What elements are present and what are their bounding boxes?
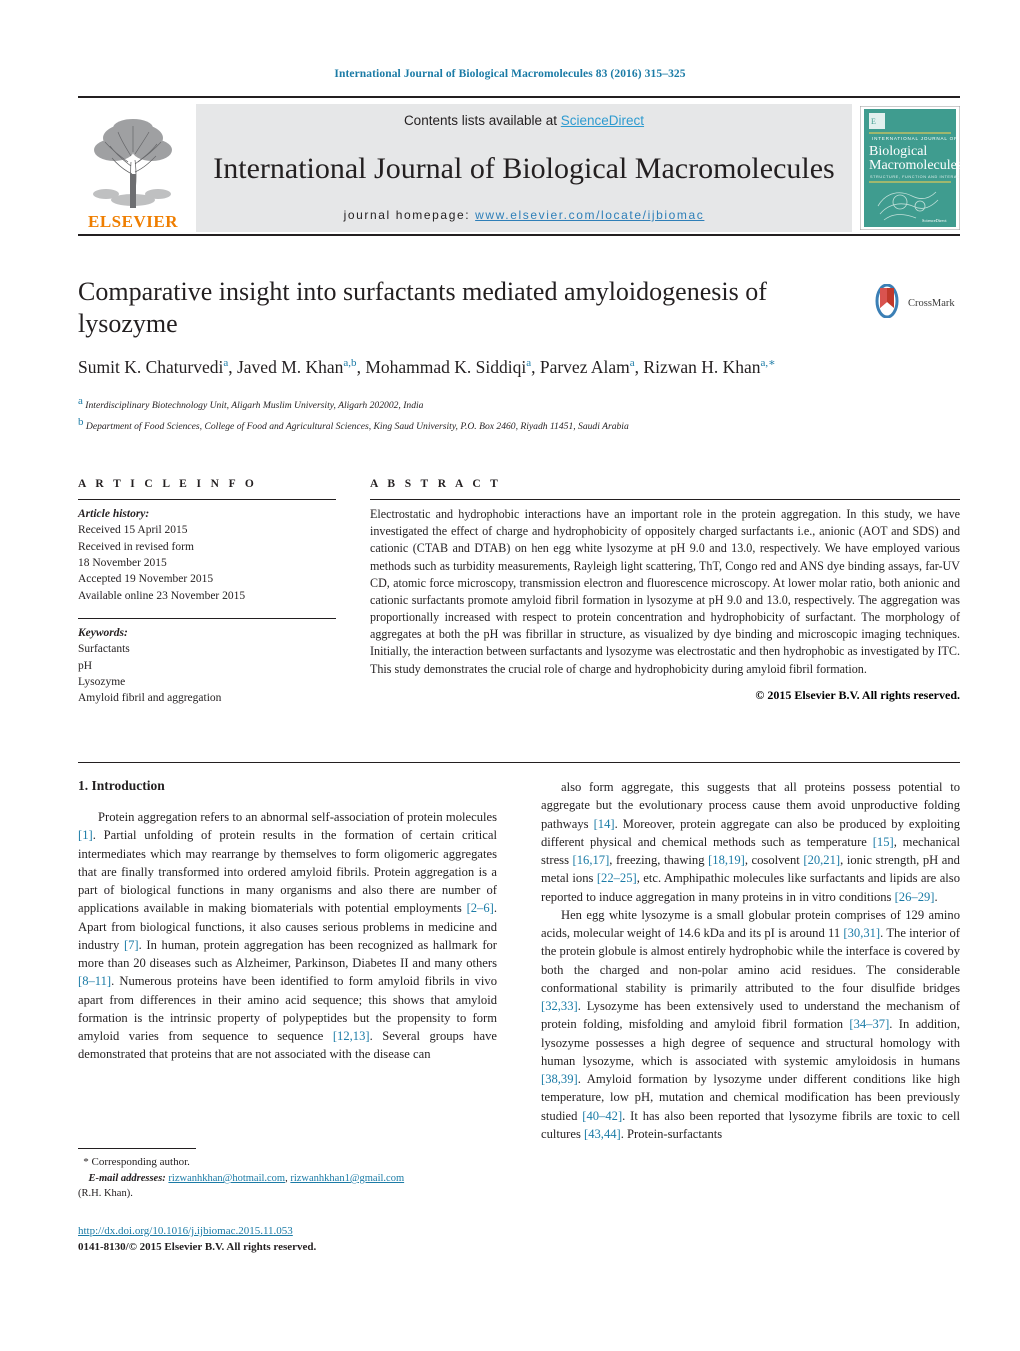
journal-article-page: International Journal of Biological Macr…	[0, 0, 1020, 1351]
elsevier-tree-icon	[90, 116, 176, 212]
affiliation-a-text: Interdisciplinary Biotechnology Unit, Al…	[85, 400, 424, 411]
svg-text:Macromolecules: Macromolecules	[869, 158, 960, 173]
affiliation-b-text: Department of Food Sciences, College of …	[85, 421, 629, 433]
keyword-item: Amyloid fibril and aggregation	[78, 692, 222, 705]
keyword-item: Surfactants	[78, 643, 130, 656]
article-history-line: Available online 23 November 2015	[78, 589, 246, 602]
body-divider-rule	[78, 762, 960, 763]
elsevier-logo: ELSEVIER	[78, 104, 188, 232]
corresponding-author-note: * Corresponding author.	[78, 1155, 497, 1171]
journal-homepage-label: journal homepage:	[343, 208, 476, 222]
abstract-column: A B S T R A C T Electrostatic and hydrop…	[370, 478, 960, 707]
article-history-label: Article history:	[78, 508, 150, 520]
article-history-line: 18 November 2015	[78, 556, 167, 569]
info-and-abstract: A R T I C L E I N F O Article history: R…	[78, 478, 960, 707]
svg-text:STRUCTURE, FUNCTION AND INTERA: STRUCTURE, FUNCTION AND INTERACTIONS	[870, 175, 960, 179]
doi-block: http://dx.doi.org/10.1016/j.ijbiomac.201…	[78, 1224, 508, 1256]
svg-text:INTERNATIONAL JOURNAL OF: INTERNATIONAL JOURNAL OF	[872, 136, 958, 141]
article-title-block: Comparative insight into surfactants med…	[78, 276, 868, 435]
article-history-line: Received 15 April 2015	[78, 524, 188, 537]
keyword-item: Lysozyme	[78, 675, 126, 688]
corresponding-author-text: * Corresponding author.	[83, 1156, 190, 1168]
svg-text:E: E	[871, 117, 876, 126]
journal-homepage-line: journal homepage: www.elsevier.com/locat…	[344, 208, 705, 222]
affiliation-a: a Interdisciplinary Biotechnology Unit, …	[78, 394, 424, 411]
body-column-right: also form aggregate, this suggests that …	[541, 778, 960, 1143]
paragraph-right-2: Hen egg white lysozyme is a small globul…	[541, 907, 961, 1141]
keywords-rule	[78, 617, 336, 619]
elsevier-wordmark: ELSEVIER	[88, 212, 178, 231]
issn-copyright-line: 0141-8130/© 2015 Elsevier B.V. All right…	[78, 1240, 317, 1253]
contents-lists-prefix: Contents lists available at	[403, 113, 561, 128]
crossmark-label: CrossMark	[908, 298, 955, 309]
email-label: E-mail addresses:	[88, 1172, 166, 1184]
article-history-line: Accepted 19 November 2015	[78, 573, 214, 586]
email-link-1[interactable]: rizwanhkhan@hotmail.com	[168, 1173, 285, 1184]
journal-cover-thumbnail: E INTERNATIONAL JOURNAL OF Biological Ma…	[859, 105, 974, 231]
keyword-item: pH	[78, 659, 93, 672]
paragraph-left-1: Protein aggregation refers to an abnorma…	[78, 810, 498, 1062]
paragraph-right-1: also form aggregate, this suggests that …	[541, 780, 960, 904]
abstract-heading: A B S T R A C T	[370, 478, 502, 490]
footnote-block: * Corresponding author. E-mail addresses…	[78, 1148, 497, 1201]
email-link-2[interactable]: rizwanhkhan1@gmail.com	[290, 1173, 404, 1184]
email-note: E-mail addresses: rizwanhkhan@hotmail.co…	[78, 1171, 497, 1186]
crossmark-icon[interactable]	[870, 283, 904, 323]
article-info-column: A R T I C L E I N F O Article history: R…	[78, 478, 336, 707]
abstract-text: Electrostatic and hydrophobic interactio…	[370, 507, 960, 676]
abstract-rule	[370, 499, 960, 500]
crossmark-badge[interactable]: CrossMark	[870, 283, 965, 323]
email-owner: (R.H. Khan).	[78, 1188, 133, 1200]
contents-lists-line: Contents lists available at ScienceDirec…	[404, 113, 644, 128]
affiliation-list: a Interdisciplinary Biotechnology Unit, …	[78, 393, 868, 435]
article-history-line: Received in revised form	[78, 540, 194, 553]
doi-link[interactable]: http://dx.doi.org/10.1016/j.ijbiomac.201…	[78, 1225, 293, 1237]
abstract-copyright: © 2015 Elsevier B.V. All rights reserved…	[755, 687, 960, 702]
journal-homepage-link[interactable]: www.elsevier.com/locate/ijbiomac	[475, 208, 704, 222]
svg-text:Biological: Biological	[869, 144, 927, 159]
author-list: Sumit K. Chaturvedia, Javed M. Khana,b, …	[78, 357, 776, 378]
article-info-heading: A R T I C L E I N F O	[78, 478, 258, 490]
running-head: International Journal of Biological Macr…	[334, 68, 686, 80]
keywords-block: Keywords: Surfactants pH Lysozyme Amyloi…	[78, 625, 336, 707]
journal-title: International Journal of Biological Macr…	[213, 151, 835, 185]
body-column-left: 1. Introduction Protein aggregation refe…	[78, 778, 497, 1143]
sciencedirect-link[interactable]: ScienceDirect	[561, 113, 644, 128]
article-info-rule	[78, 499, 336, 500]
svg-text:ScienceDirect: ScienceDirect	[922, 218, 947, 223]
journal-masthead: ELSEVIER Contents lists available at Sci…	[78, 96, 974, 236]
footnote-rule	[78, 1148, 196, 1149]
section-heading-introduction: 1. Introduction	[78, 778, 165, 793]
masthead-center-panel: Contents lists available at ScienceDirec…	[196, 104, 852, 232]
page-title: Comparative insight into surfactants med…	[78, 277, 767, 338]
body-columns: 1. Introduction Protein aggregation refe…	[78, 778, 960, 1143]
keywords-label: Keywords:	[78, 626, 128, 639]
affiliation-b: b Department of Food Sciences, College o…	[78, 415, 629, 433]
